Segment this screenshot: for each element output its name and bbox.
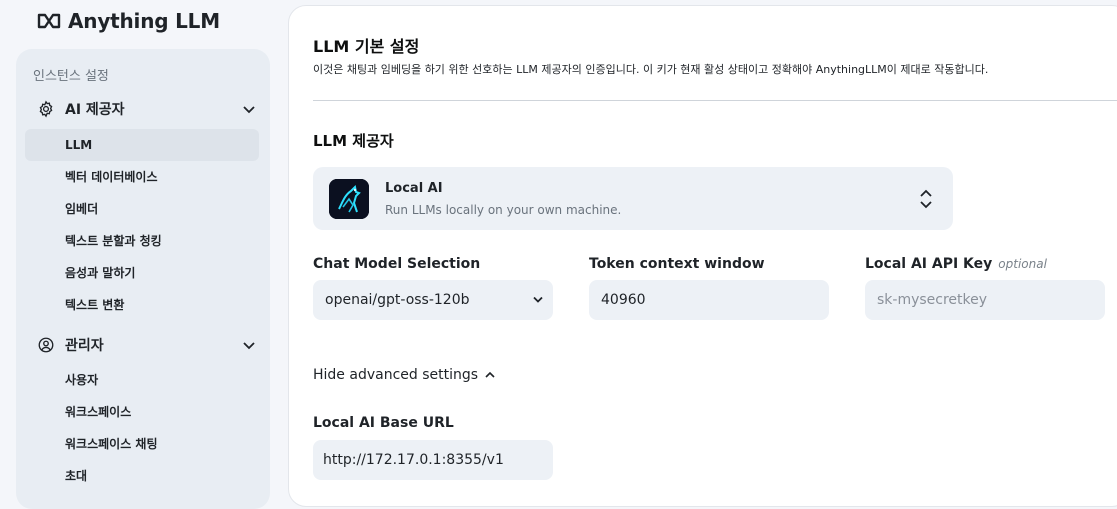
divider [313, 100, 1117, 101]
api-key-label: Local AI API Key [865, 256, 993, 272]
logo-mark-icon [37, 13, 61, 29]
token-window-value: 40960 [601, 292, 646, 308]
api-key-input[interactable]: sk-mysecretkey [865, 280, 1105, 320]
base-url-input[interactable]: http://172.17.0.1:8355/v1 [313, 440, 553, 480]
advanced-settings-toggle[interactable]: Hide advanced settings [313, 367, 496, 383]
sidebar-section-label: 인스턴스 설정 [33, 69, 109, 84]
chevron-down-icon [533, 296, 543, 303]
optional-tag: optional [998, 257, 1047, 271]
chevron-down-icon[interactable] [241, 337, 257, 353]
sidebar-item-invites[interactable]: 초대 [25, 460, 259, 492]
sidebar-item-text-splitting[interactable]: 텍스트 분할과 청킹 [25, 225, 259, 257]
expand-collapse-icon[interactable] [919, 187, 933, 211]
gear-icon [39, 100, 53, 118]
sidebar: 인스턴스 설정 AI 제공자 LLM 벡터 데이터베이스 임베더 텍스트 분할과… [16, 49, 270, 509]
token-window-input[interactable]: 40960 [589, 280, 829, 320]
sidebar-group-label: AI 제공자 [65, 102, 125, 118]
page-description: 이것은 채팅과 임베딩을 하기 위한 선호하는 LLM 제공자의 인증입니다. … [313, 63, 989, 76]
page-title: LLM 기본 설정 [313, 37, 420, 56]
provider-subtitle: Run LLMs locally on your own machine. [385, 203, 622, 217]
chat-model-label: Chat Model Selection [313, 256, 481, 272]
chat-model-value: openai/gpt-oss-120b [325, 292, 470, 308]
api-key-label-group: Local AI API Key optional [865, 256, 1047, 272]
sidebar-group-label: 관리자 [65, 338, 104, 354]
base-url-value: http://172.17.0.1:8355/v1 [323, 452, 504, 468]
settings-panel: LLM 기본 설정 이것은 채팅과 임베딩을 하기 위한 선호하는 LLM 제공… [288, 5, 1117, 507]
sidebar-item-llm[interactable]: LLM [25, 129, 259, 161]
advanced-settings-label: Hide advanced settings [313, 367, 479, 383]
sidebar-item-vector-db[interactable]: 벡터 데이터베이스 [25, 161, 259, 193]
api-key-placeholder: sk-mysecretkey [877, 292, 988, 308]
sidebar-group-ai-provider[interactable]: AI 제공자 [37, 95, 257, 123]
localai-logo-icon [329, 179, 369, 219]
user-gear-icon [38, 337, 54, 353]
token-window-label: Token context window [589, 256, 765, 272]
sidebar-item-workspace-chats[interactable]: 워크스페이스 채팅 [25, 428, 259, 460]
provider-section-label: LLM 제공자 [313, 132, 394, 150]
provider-name: Local AI [385, 181, 443, 196]
sidebar-item-embedder[interactable]: 임베더 [25, 193, 259, 225]
chat-model-select[interactable]: openai/gpt-oss-120b [313, 280, 553, 320]
chevron-down-icon[interactable] [241, 101, 257, 117]
sidebar-item-transcription[interactable]: 텍스트 변환 [25, 289, 259, 321]
sidebar-item-voice-speech[interactable]: 음성과 말하기 [25, 257, 259, 289]
sidebar-item-users[interactable]: 사용자 [25, 364, 259, 396]
sidebar-group-admin[interactable]: 관리자 [37, 331, 257, 359]
app-logo: Anything LLM [36, 9, 220, 33]
sidebar-item-workspaces[interactable]: 워크스페이스 [25, 396, 259, 428]
provider-selector[interactable]: Local AI Run LLMs locally on your own ma… [313, 167, 953, 230]
logo-text: Anything LLM [68, 9, 220, 33]
base-url-label: Local AI Base URL [313, 415, 454, 431]
chevron-up-icon [485, 371, 495, 378]
